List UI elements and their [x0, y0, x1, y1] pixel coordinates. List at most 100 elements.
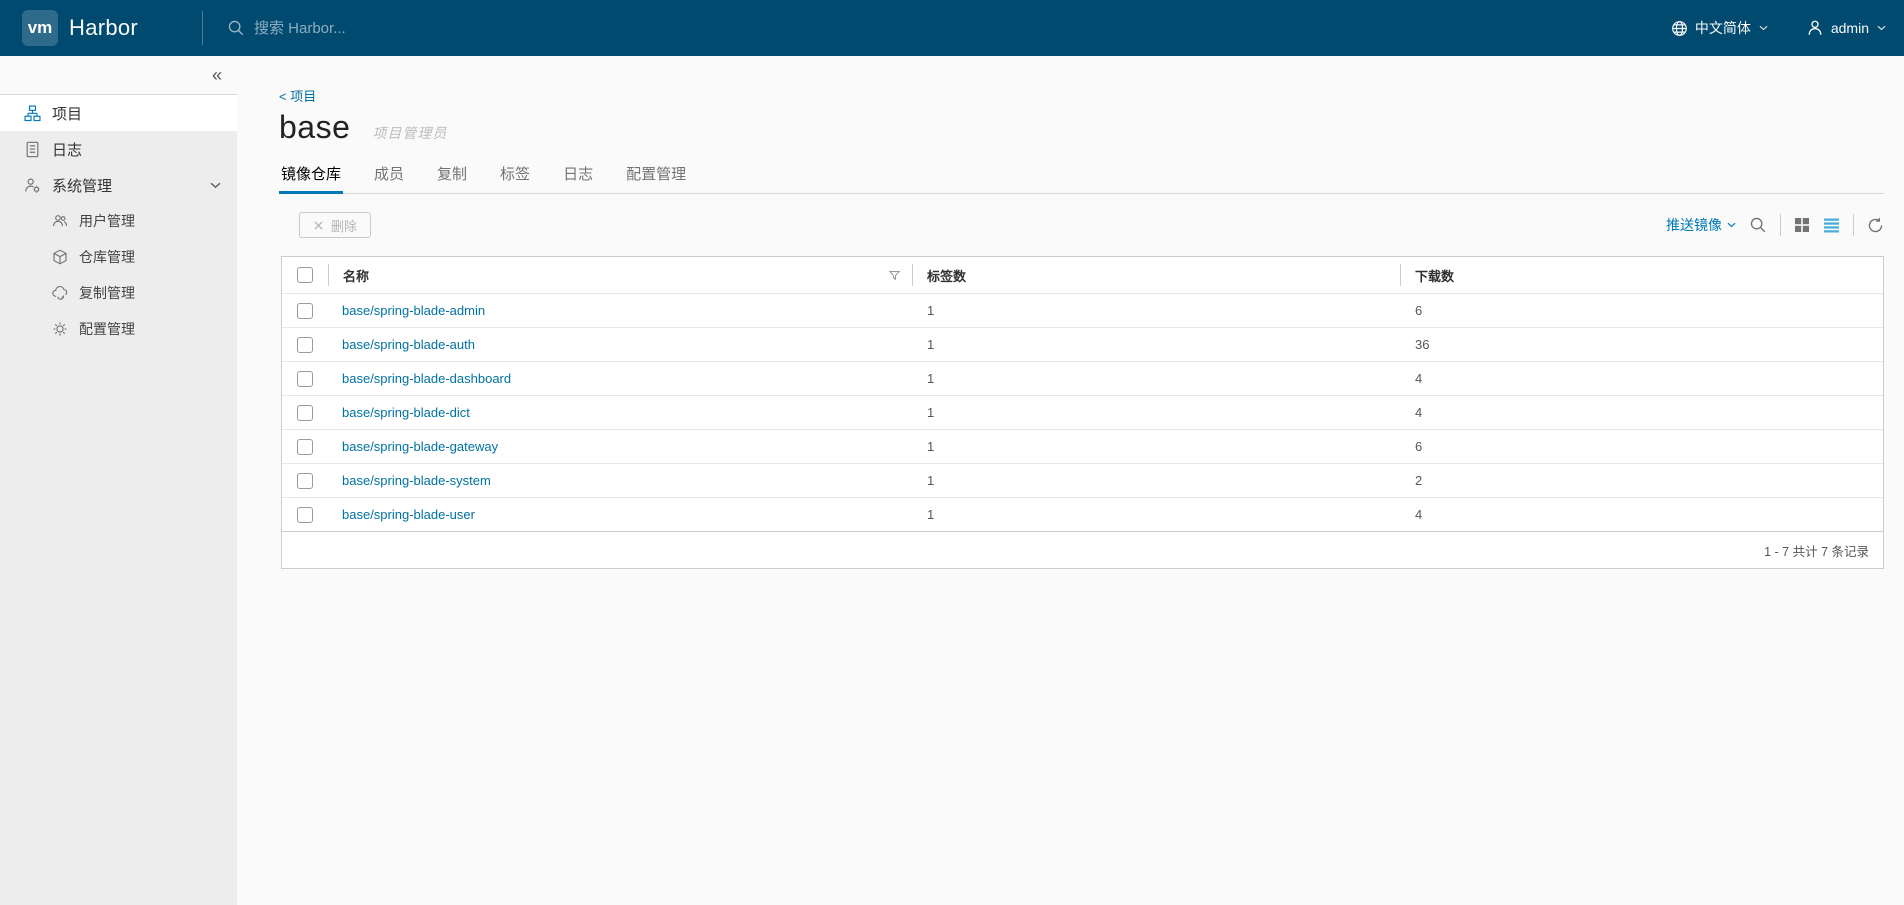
- column-header-pulls[interactable]: 下载数: [1400, 264, 1883, 286]
- refresh-icon[interactable]: [1867, 217, 1884, 234]
- chevron-down-icon: [1877, 25, 1886, 31]
- repositories-toolbar: 删除 推送镜像: [279, 211, 1884, 239]
- brand-name: Harbor: [69, 15, 139, 40]
- header-actions: 中文简体 admin: [1671, 18, 1904, 38]
- tab-logs[interactable]: 日志: [561, 159, 595, 194]
- repository-link[interactable]: base/spring-blade-dashboard: [342, 371, 511, 386]
- row-checkbox[interactable]: [297, 404, 313, 421]
- cube-icon: [52, 249, 68, 265]
- table-row: base/spring-blade-admin 1 6: [282, 293, 1883, 327]
- chevron-down-icon: [1759, 25, 1768, 31]
- user-menu[interactable]: admin: [1806, 19, 1886, 37]
- delete-button-label: 删除: [331, 218, 358, 234]
- delete-button[interactable]: 删除: [299, 212, 372, 238]
- repositories-table: 名称 标签数 下载数 base/spring-blade-admin 1 6 b…: [281, 256, 1884, 569]
- tab-repositories[interactable]: 镜像仓库: [279, 159, 344, 194]
- sidebar-item-administration[interactable]: 系统管理: [0, 167, 237, 203]
- column-header-label: 标签数: [927, 268, 967, 284]
- toolbar-divider: [1853, 214, 1854, 236]
- row-checkbox[interactable]: [297, 438, 313, 455]
- search-icon[interactable]: [1749, 216, 1767, 234]
- logo-text: vm: [27, 18, 53, 37]
- table-header-row: 名称 标签数 下载数: [282, 257, 1883, 293]
- column-header-label: 名称: [343, 268, 370, 284]
- repository-link[interactable]: base/spring-blade-system: [342, 473, 491, 488]
- tab-replication[interactable]: 复制: [435, 159, 469, 194]
- username-label: admin: [1830, 20, 1869, 36]
- row-checkbox[interactable]: [297, 506, 313, 523]
- organization-icon: [24, 104, 41, 122]
- sidebar-item-replication-management[interactable]: 复制管理: [0, 275, 237, 311]
- push-image-label: 推送镜像: [1666, 217, 1722, 233]
- administration-submenu: 用户管理 仓库管理 复制管理 配置管理: [0, 203, 237, 347]
- tags-count: 1: [927, 439, 935, 454]
- tags-count: 1: [927, 337, 935, 352]
- sidebar-item-logs[interactable]: 日志: [0, 131, 237, 167]
- table-row: base/spring-blade-system 1 2: [282, 463, 1883, 497]
- sidebar-top: «: [0, 56, 237, 95]
- search-input[interactable]: [254, 19, 674, 37]
- tags-count: 1: [927, 303, 935, 318]
- sidebar-collapse-icon[interactable]: «: [212, 66, 222, 84]
- repository-link[interactable]: base/spring-blade-user: [342, 507, 475, 522]
- sidebar-item-label: 配置管理: [79, 321, 135, 337]
- tab-configuration[interactable]: 配置管理: [624, 159, 688, 194]
- sidebar-nav: 项目 日志 系统管理 用户管理 仓库管理 复制管理 配置管理: [0, 95, 237, 347]
- pulls-count: 6: [1415, 303, 1423, 318]
- tags-count: 1: [927, 405, 935, 420]
- table-row: base/spring-blade-gateway 1 6: [282, 429, 1883, 463]
- language-label: 中文简体: [1694, 20, 1751, 36]
- sidebar-item-configuration-management[interactable]: 配置管理: [0, 311, 237, 347]
- main-content: < 项目 base 项目管理员 镜像仓库 成员 复制 标签 日志 配置管理 删除: [237, 56, 1904, 905]
- tab-members[interactable]: 成员: [372, 159, 406, 194]
- table-row: base/spring-blade-auth 1 36: [282, 327, 1883, 361]
- title-row: base 项目管理员: [279, 109, 1884, 146]
- sidebar-item-registry-management[interactable]: 仓库管理: [0, 239, 237, 275]
- table-row: base/spring-blade-dashboard 1 4: [282, 361, 1883, 395]
- repository-link[interactable]: base/spring-blade-admin: [342, 303, 485, 318]
- column-header-label: 下载数: [1415, 268, 1455, 284]
- sidebar-item-projects[interactable]: 项目: [0, 95, 237, 131]
- vmware-logo: vm: [22, 10, 58, 46]
- filter-icon[interactable]: [889, 270, 900, 281]
- row-checkbox[interactable]: [297, 336, 313, 353]
- chevron-down-icon: [1727, 222, 1736, 228]
- cog-icon: [52, 321, 68, 337]
- column-header-name[interactable]: 名称: [328, 264, 912, 286]
- tags-count: 1: [927, 371, 935, 386]
- row-checkbox[interactable]: [297, 370, 313, 387]
- repository-link[interactable]: base/spring-blade-dict: [342, 405, 470, 420]
- tags-count: 1: [927, 507, 935, 522]
- sidebar-item-label: 日志: [52, 141, 83, 159]
- select-all-checkbox[interactable]: [297, 267, 313, 283]
- sidebar-item-label: 系统管理: [52, 177, 113, 195]
- breadcrumb-projects-link[interactable]: < 项目: [279, 86, 316, 105]
- sidebar: « 项目 日志 系统管理 用户管理 仓库管理 复制管理 配置管理: [0, 56, 237, 905]
- chevron-down-icon: [210, 182, 221, 189]
- repository-link[interactable]: base/spring-blade-gateway: [342, 439, 498, 454]
- sidebar-item-label: 复制管理: [79, 285, 135, 301]
- pulls-count: 4: [1415, 405, 1423, 420]
- row-checkbox[interactable]: [297, 472, 313, 489]
- row-checkbox[interactable]: [297, 302, 313, 319]
- branding[interactable]: vm Harbor: [0, 10, 202, 46]
- language-menu[interactable]: 中文简体: [1671, 18, 1768, 38]
- cloud-sync-icon: [52, 285, 68, 301]
- project-role-label: 项目管理员: [372, 125, 448, 141]
- page-body: « 项目 日志 系统管理 用户管理 仓库管理 复制管理 配置管理 < 项目 ba…: [0, 56, 1904, 905]
- tab-labels[interactable]: 标签: [498, 159, 532, 194]
- column-header-tags[interactable]: 标签数: [912, 264, 1400, 286]
- list-view-icon[interactable]: [1823, 217, 1840, 233]
- sidebar-item-user-management[interactable]: 用户管理: [0, 203, 237, 239]
- search-icon: [227, 19, 245, 37]
- sidebar-item-label: 仓库管理: [79, 249, 135, 265]
- tags-count: 1: [927, 473, 935, 488]
- push-image-dropdown[interactable]: 推送镜像: [1666, 215, 1736, 235]
- log-list-icon: [24, 141, 41, 158]
- globe-icon: [1671, 20, 1688, 37]
- card-view-icon[interactable]: [1794, 217, 1810, 233]
- repository-link[interactable]: base/spring-blade-auth: [342, 337, 475, 352]
- table-body: base/spring-blade-admin 1 6 base/spring-…: [282, 293, 1883, 531]
- record-count-summary: 1 - 7 共计 7 条记录: [1764, 544, 1869, 559]
- pulls-count: 6: [1415, 439, 1423, 454]
